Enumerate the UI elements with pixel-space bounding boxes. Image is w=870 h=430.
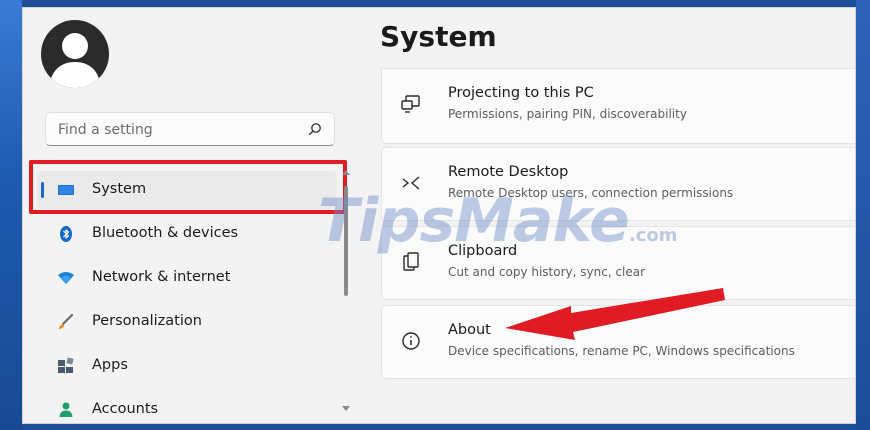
brush-icon [59,313,74,329]
card-title: About [448,322,491,338]
wifi-icon [58,272,74,284]
system-highlight-box [29,160,347,214]
settings-card-about[interactable]: About Device specifications, rename PC, … [381,305,855,379]
desktop-wallpaper-left [0,0,22,430]
settings-card-remote-desktop[interactable]: Remote Desktop Remote Desktop users, con… [381,147,855,221]
settings-window: System Bluetooth & devices Network & int… [22,7,856,424]
user-avatar[interactable] [41,20,109,88]
clipboard-icon [403,252,419,271]
avatar-person-icon [41,20,109,88]
search-input[interactable] [56,113,300,147]
sidebar-item-label: Apps [92,357,128,373]
sidebar-item-bluetooth[interactable]: Bluetooth & devices [37,215,337,253]
sidebar-item-label: Accounts [92,401,159,417]
card-title: Projecting to this PC [448,85,594,101]
card-description: Permissions, pairing PIN, discoverabilit… [448,107,687,121]
search-icon[interactable] [308,122,322,136]
apps-icon [58,357,74,373]
info-icon [402,332,420,350]
sidebar-item-apps[interactable]: Apps [37,347,337,385]
bluetooth-icon [60,226,72,242]
scroll-down-arrow-icon[interactable] [342,406,350,411]
scroll-up-arrow-icon[interactable] [342,170,350,175]
scrollbar-thumb[interactable] [344,186,348,296]
card-title: Remote Desktop [448,164,569,180]
desktop-wallpaper-right [856,0,870,430]
sidebar-item-label: Personalization [92,313,202,329]
settings-card-clipboard[interactable]: Clipboard Cut and copy history, sync, cl… [381,226,855,300]
page-title: System [380,20,497,53]
card-description: Remote Desktop users, connection permiss… [448,186,734,200]
settings-card-projecting[interactable]: Projecting to this PC Permissions, pairi… [381,68,855,144]
card-title: Clipboard [448,243,518,259]
projector-icon [401,95,420,113]
sidebar-item-label: Bluetooth & devices [92,225,239,241]
card-description: Cut and copy history, sync, clear [448,265,646,279]
sidebar-item-network[interactable]: Network & internet [37,259,337,297]
sidebar-scrollbar[interactable] [341,166,351,416]
person-icon [59,402,73,417]
sidebar-item-accounts[interactable]: Accounts [37,391,337,423]
search-box[interactable] [45,112,335,147]
sidebar: System Bluetooth & devices Network & int… [23,8,355,423]
card-description: Device specifications, rename PC, Window… [448,344,795,358]
sidebar-item-label: Network & internet [92,269,231,285]
sidebar-item-personalization[interactable]: Personalization [37,303,337,341]
remote-desktop-icon [402,176,420,190]
